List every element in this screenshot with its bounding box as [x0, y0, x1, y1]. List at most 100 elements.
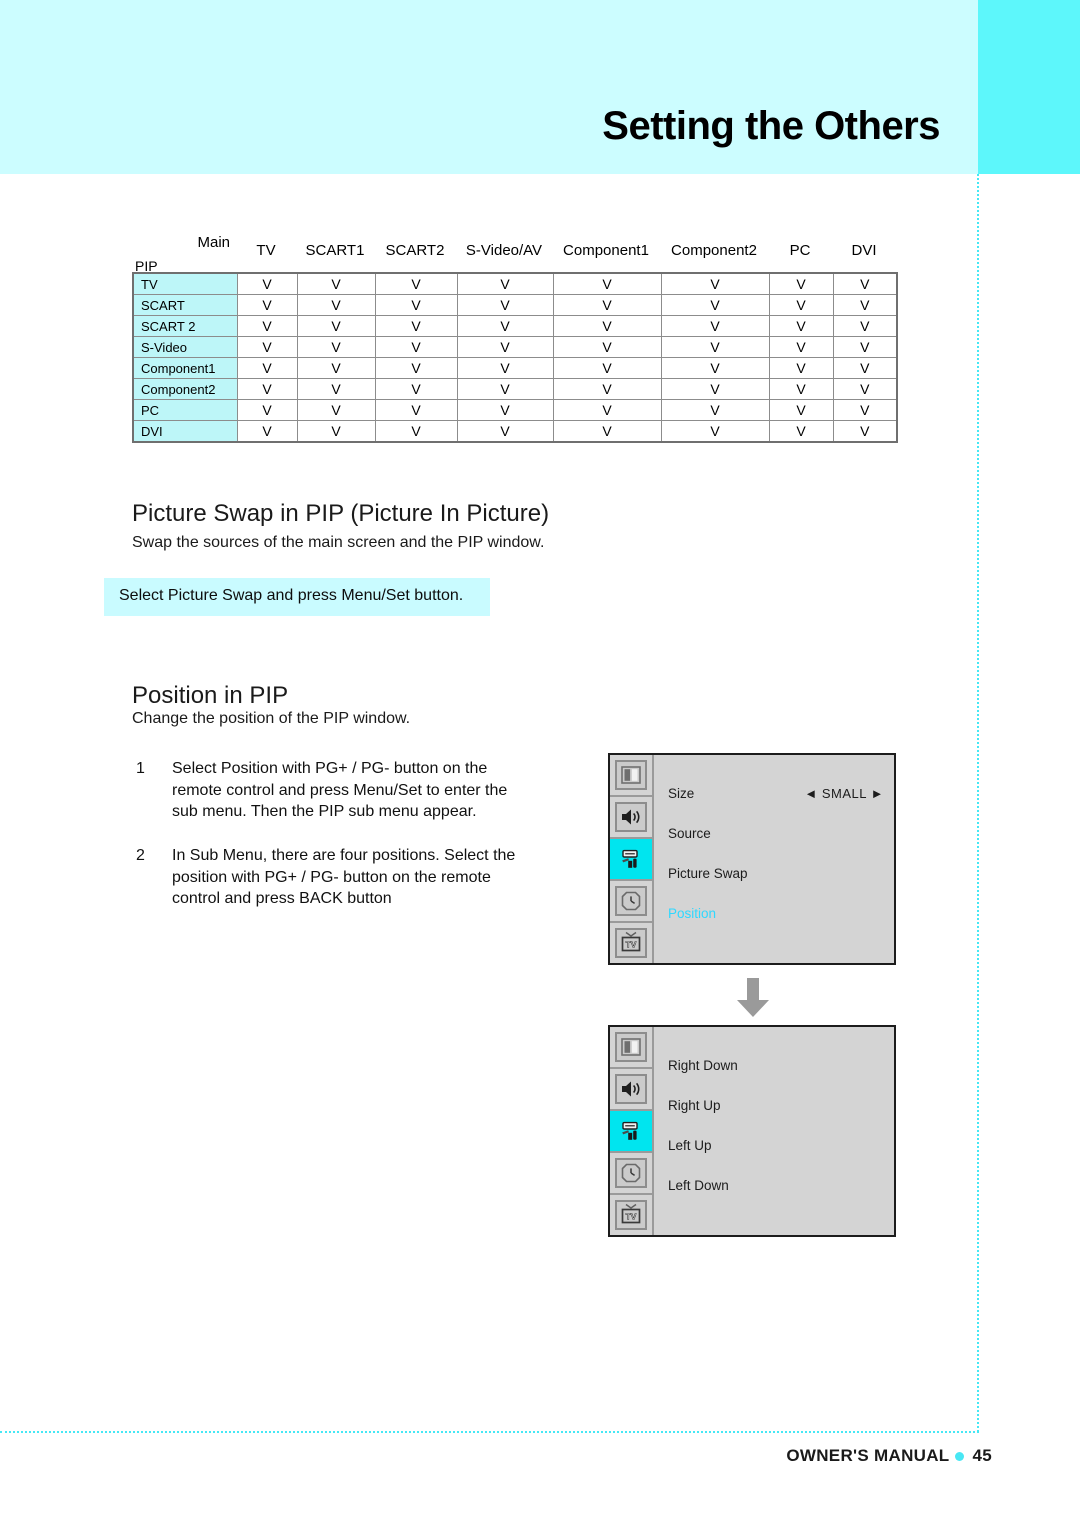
osd-menu-item[interactable]: Size ◄ SMALL ► [668, 773, 884, 813]
time-icon [615, 886, 647, 916]
tv-icon: TV [615, 928, 647, 958]
matrix-row-label: PC [132, 399, 238, 421]
matrix-check-cell: V [768, 399, 834, 421]
matrix-check-cell: V [296, 357, 376, 379]
footer-label: OWNER'S MANUAL [786, 1446, 950, 1465]
matrix-grid: TV V V V V V V V V SCART V V V V V V V V SCART 2 V V V V V V V V S-… [132, 272, 898, 443]
osd-menu-item[interactable]: Left Up [668, 1125, 884, 1165]
table-row: Component1 V V V V V V V V [132, 357, 898, 379]
matrix-check-cell: V [832, 336, 898, 358]
matrix-check-cell: V [768, 357, 834, 379]
osd-icon-rail: TV [610, 755, 654, 963]
matrix-check-cell: V [374, 294, 458, 316]
osd-menu-item[interactable]: Left Down [668, 1165, 884, 1205]
step-number: 1 [136, 760, 145, 777]
osd-rail-sound-icon[interactable] [610, 797, 652, 839]
matrix-header-row: PIP Main TV SCART1 SCART2 S-Video/AV Compone… [132, 234, 896, 274]
position-step-1: 1 Select Position with PG+ / PG- button … [136, 758, 536, 823]
position-description: Change the position of the PIP window. [132, 710, 411, 727]
osd-menu-item[interactable]: Right Up [668, 1085, 884, 1125]
sound-icon [622, 1081, 640, 1097]
matrix-corner-main-label: Main [197, 234, 230, 251]
osd-rail-tv-icon[interactable]: TV [610, 1195, 652, 1235]
matrix-check-cell: V [832, 294, 898, 316]
position-step-2: 2 In Sub Menu, there are four positions.… [136, 845, 536, 910]
matrix-check-cell: V [832, 420, 898, 443]
matrix-check-cell: V [552, 294, 662, 316]
osd-pip-menu: TV Size ◄ SMALL ► Source Picture Swap Positi… [608, 753, 896, 965]
osd-rail-setup-icon[interactable] [610, 1111, 652, 1153]
matrix-check-cell: V [660, 378, 770, 400]
matrix-check-cell: V [832, 399, 898, 421]
matrix-row-label: Component1 [132, 357, 238, 379]
osd-menu-item-value[interactable]: ◄ SMALL ► [804, 786, 884, 801]
matrix-check-cell: V [552, 378, 662, 400]
picture-swap-heading: Picture Swap in PIP (Picture In Picture) [132, 500, 550, 527]
osd-menu-item-label: Left Up [668, 1137, 712, 1153]
osd-rail-sound-icon[interactable] [610, 1069, 652, 1111]
matrix-row-label: SCART [132, 294, 238, 316]
matrix-row-label: TV [132, 272, 238, 295]
matrix-row-label: SCART 2 [132, 315, 238, 337]
step-text: In Sub Menu, there are four positions. S… [172, 847, 516, 907]
matrix-check-cell: V [832, 357, 898, 379]
setup-icon [622, 849, 638, 868]
picture-swap-note-text: Select Picture Swap and press Menu/Set b… [119, 587, 464, 604]
osd-rail-picture-icon[interactable] [610, 1027, 652, 1069]
matrix-corner-cell: PIP Main [132, 234, 236, 274]
page-title: Setting the Others [602, 104, 940, 148]
osd-menu-item-label: Left Down [668, 1177, 729, 1193]
table-row: SCART 2VVVVVVVV [132, 315, 898, 337]
time-icon [621, 891, 641, 911]
matrix-check-cell: V [660, 272, 770, 295]
matrix-check-cell: V [296, 378, 376, 400]
svg-text:TV: TV [626, 1211, 637, 1221]
setup-icon [615, 1116, 647, 1146]
step-number: 2 [136, 847, 145, 864]
matrix-column-header: TV [256, 242, 276, 259]
matrix-column-header: DVI [851, 242, 877, 259]
osd-rail-time-icon[interactable] [610, 881, 652, 923]
picture-swap-description: Swap the sources of the main screen and … [132, 534, 545, 551]
matrix-check-cell: V [236, 357, 298, 379]
osd-menu-item[interactable]: Right Down [668, 1045, 884, 1085]
matrix-check-cell: V [456, 315, 554, 337]
picture-icon [615, 760, 647, 790]
matrix-check-cell: V [768, 272, 834, 295]
picture-icon [621, 1038, 641, 1056]
time-icon [621, 1163, 641, 1183]
table-row: SCART V V V V V V V V [132, 294, 898, 316]
matrix-check-cell: V [374, 272, 458, 295]
matrix-check-cell: V [660, 294, 770, 316]
matrix-column-header: S-Video/AV [465, 242, 543, 259]
sound-icon [615, 802, 647, 832]
svg-text:TV: TV [626, 939, 637, 949]
osd-menu-item[interactable]: Position [668, 893, 884, 933]
time-icon [615, 1158, 647, 1188]
osd-menu-item[interactable]: Source [668, 813, 884, 853]
osd-rail-time-icon[interactable] [610, 1153, 652, 1195]
footer: OWNER'S MANUAL 45 [786, 1446, 992, 1466]
tv-icon: TV [621, 1203, 641, 1224]
osd-menu-item[interactable]: Picture Swap [668, 853, 884, 893]
osd-menu-item-label: Position [668, 905, 717, 921]
matrix-body: TV V V V V V V V V SCART V V V V V V V V SCART 2 V V V V V V V V S-… [132, 272, 898, 443]
matrix-check-cell: V [660, 357, 770, 379]
matrix-check-cell: V [236, 336, 298, 358]
header-accent-strip [978, 0, 1080, 174]
matrix-check-cell: V [374, 399, 458, 421]
osd-menu-item-label: Source [668, 825, 711, 841]
picture-icon [615, 1032, 647, 1062]
osd-menu-list: Right Down Right Up Left Up Left Down [654, 1027, 894, 1235]
matrix-check-cell: V [296, 399, 376, 421]
matrix-row-label: DVI [132, 420, 238, 443]
matrix-column-header: SCART1 [305, 242, 365, 259]
osd-rail-setup-icon[interactable] [610, 839, 652, 881]
matrix-check-cell: V [296, 294, 376, 316]
sound-icon [622, 809, 640, 825]
footer-bullet-icon [955, 1451, 965, 1461]
osd-rail-tv-icon[interactable]: TV [610, 923, 652, 963]
matrix-check-cell: V [374, 315, 458, 337]
matrix-check-cell: V [456, 272, 554, 295]
osd-rail-picture-icon[interactable] [610, 755, 652, 797]
